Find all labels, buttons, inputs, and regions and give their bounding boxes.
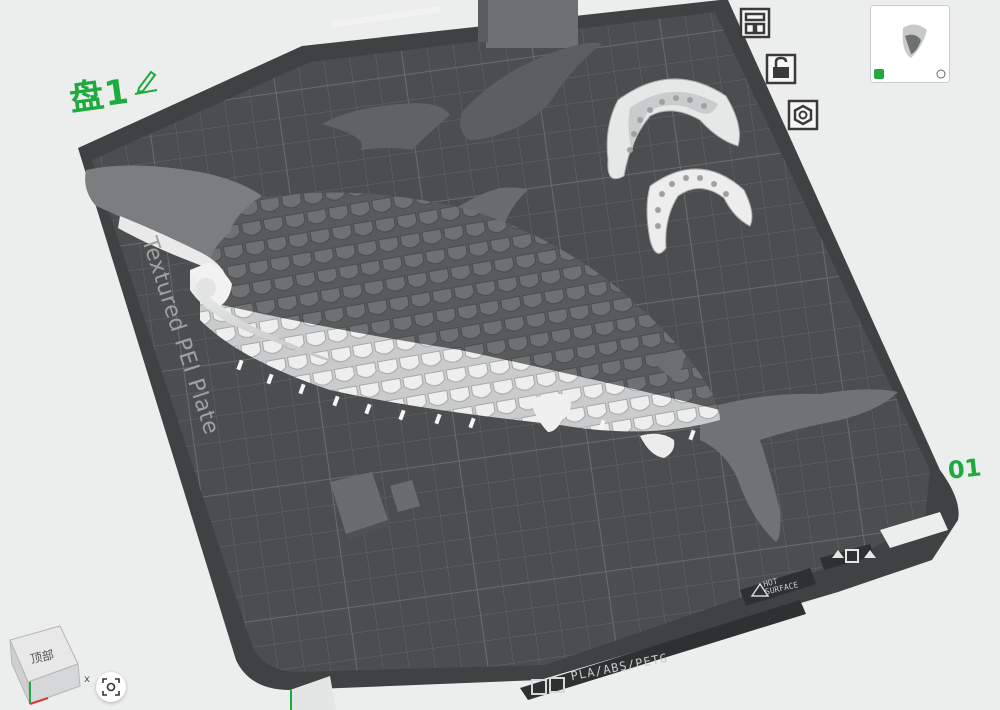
build-plate-scene[interactable]	[0, 0, 1000, 710]
view-cube[interactable]	[0, 620, 90, 710]
arrange-button[interactable]	[734, 2, 776, 44]
cube-status-icon	[874, 69, 884, 79]
plate-number: 01	[946, 453, 983, 485]
lock-icon	[765, 53, 797, 85]
block-model[interactable]	[486, 0, 578, 48]
fit-view-button[interactable]	[96, 672, 126, 702]
settings-button[interactable]	[782, 94, 824, 136]
plate-name-label: 盘1	[67, 71, 132, 120]
info-icon[interactable]	[936, 69, 946, 79]
edit-pencil-icon[interactable]	[133, 66, 159, 96]
plate-thumbnail[interactable]	[870, 5, 950, 83]
lock-button[interactable]	[760, 48, 802, 90]
gear-nut-icon	[787, 99, 819, 131]
focus-frame-icon	[102, 678, 120, 696]
axis-x-label: x	[84, 674, 90, 685]
arrange-icon	[739, 7, 771, 39]
